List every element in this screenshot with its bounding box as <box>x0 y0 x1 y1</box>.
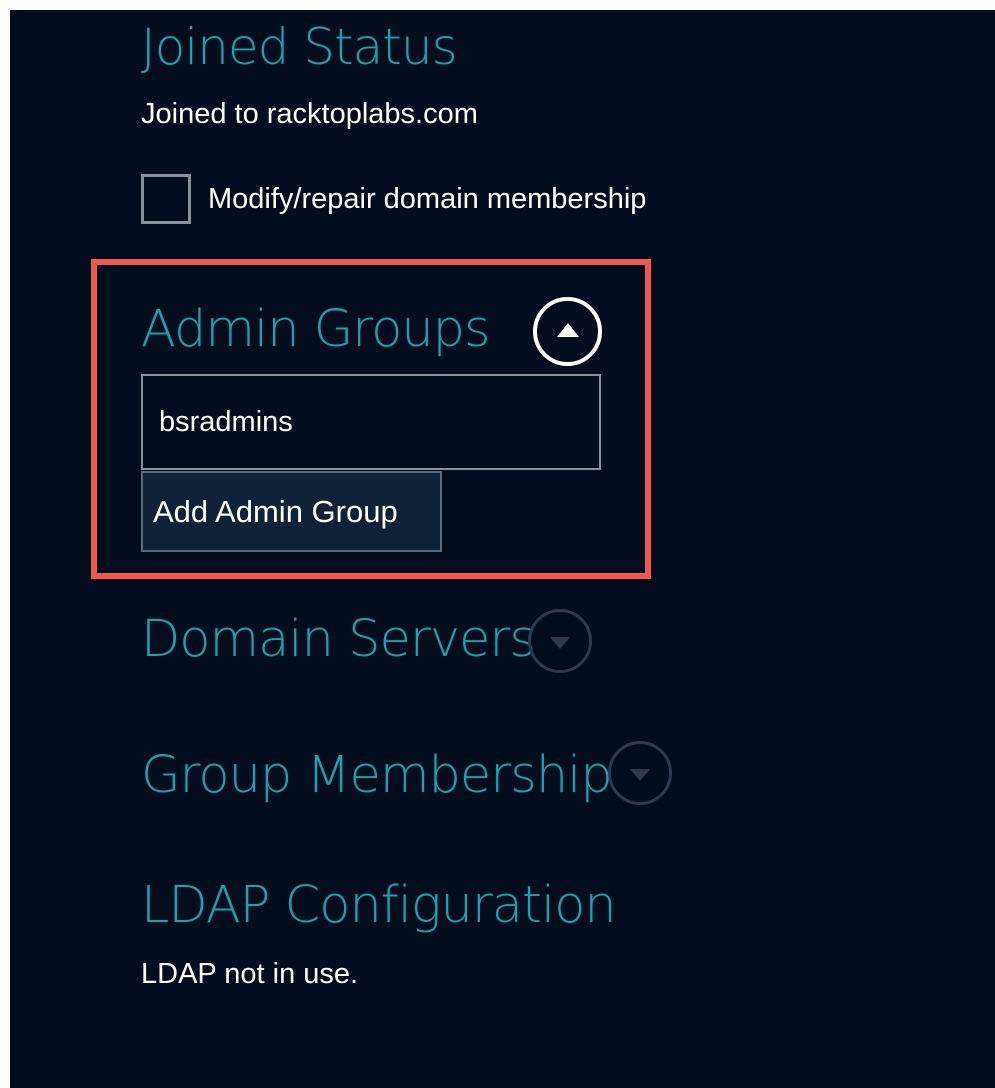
ldap-status-text: LDAP not in use. <box>141 958 359 990</box>
add-admin-group-button[interactable]: Add Admin Group <box>141 471 442 552</box>
joined-status-heading: Joined Status <box>141 18 458 76</box>
triangle-up-icon <box>556 323 579 337</box>
modify-membership-checkbox[interactable] <box>141 174 191 224</box>
domain-settings-panel: Joined Status Joined to racktoplabs.com … <box>10 10 995 1088</box>
modify-membership-label[interactable]: Modify/repair domain membership <box>208 183 646 216</box>
admin-group-input[interactable] <box>141 374 601 470</box>
admin-groups-heading: Admin Groups <box>141 300 491 359</box>
chevron-up-circle-icon[interactable] <box>533 297 602 366</box>
ldap-configuration-heading: LDAP Configuration <box>141 876 617 935</box>
joined-status-value: Joined to racktoplabs.com <box>141 98 478 130</box>
triangle-down-icon <box>550 636 570 649</box>
chevron-down-circle-icon[interactable] <box>528 609 592 673</box>
domain-servers-heading: Domain Servers <box>141 610 536 669</box>
chevron-down-circle-icon[interactable] <box>608 741 672 805</box>
group-membership-heading: Group Membership <box>141 746 613 805</box>
triangle-down-icon <box>630 768 650 781</box>
